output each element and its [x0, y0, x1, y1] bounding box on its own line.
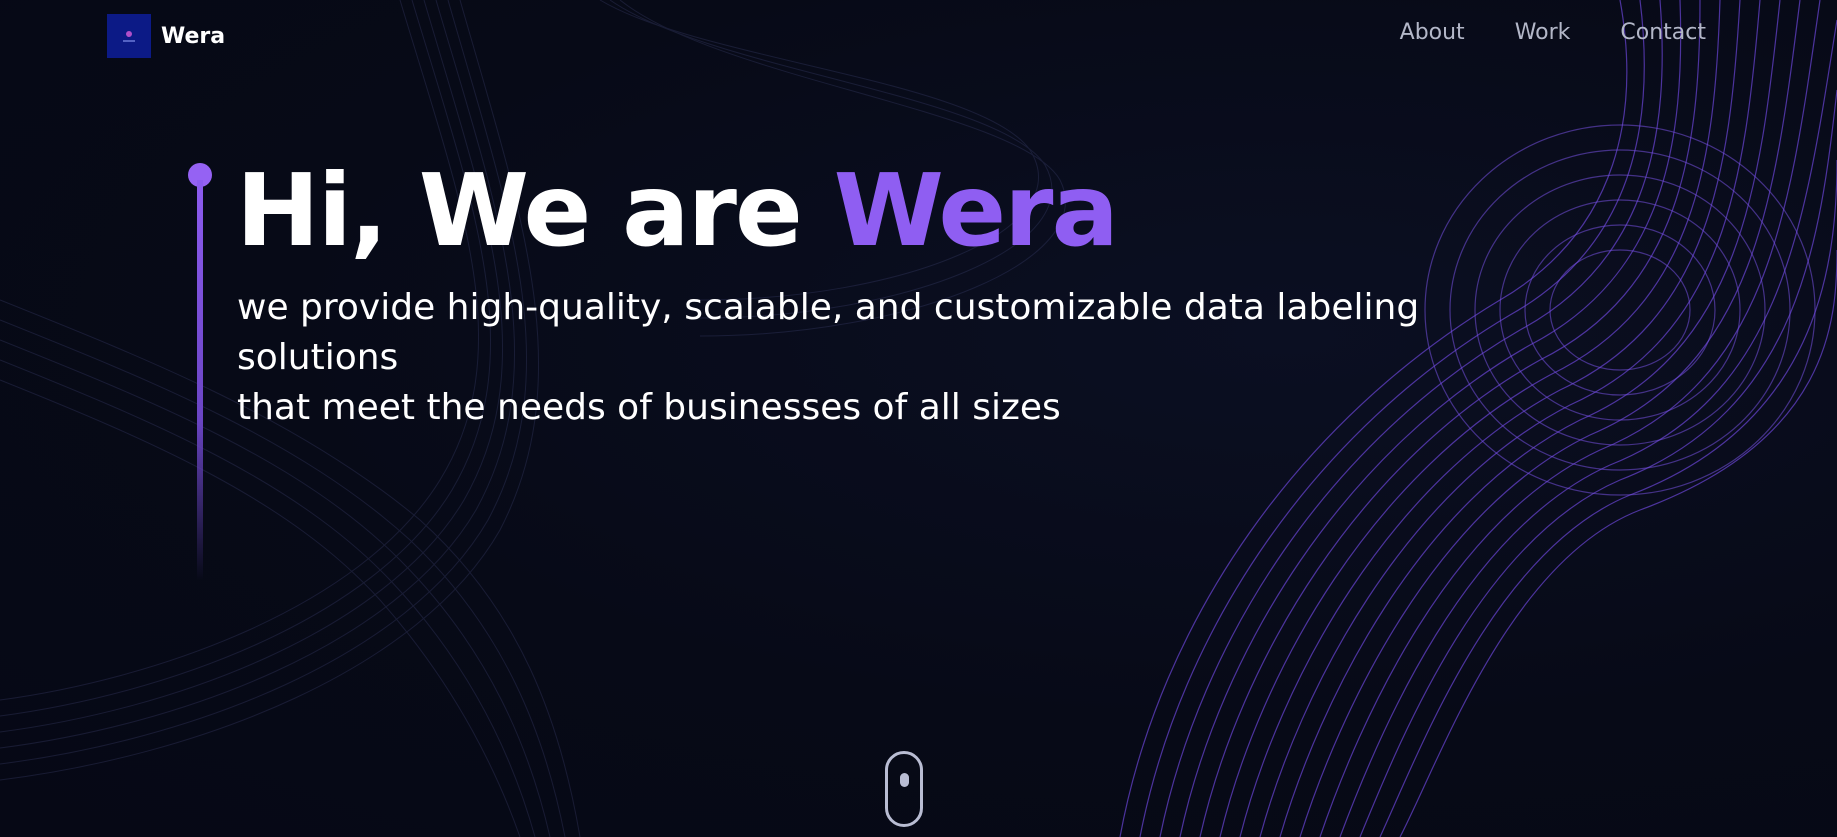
scroll-mouse-icon[interactable] [885, 751, 923, 827]
hero-subtitle: we provide high-quality, scalable, and c… [237, 283, 1557, 433]
wera-logo-icon [107, 14, 151, 58]
nav-about-link[interactable]: About [1400, 20, 1465, 45]
nav-contact-link[interactable]: Contact [1620, 20, 1706, 45]
hero-title-prefix: Hi, We are [236, 152, 834, 269]
scroll-wheel [900, 773, 909, 787]
main-nav: About Work Contact [1400, 20, 1706, 45]
brand-name: Wera [161, 23, 226, 49]
hero-subtitle-line-1: we provide high-quality, scalable, and c… [237, 287, 1420, 378]
hero-title-accent: Wera [833, 152, 1119, 269]
timeline-line [197, 180, 203, 580]
brand-logo[interactable]: Wera [107, 14, 225, 58]
nav-work-link[interactable]: Work [1515, 20, 1571, 45]
hero-title: Hi, We are Wera [236, 148, 1119, 274]
hero-subtitle-line-2: that meet the needs of businesses of all… [237, 387, 1061, 428]
landing-page: Wera About Work Contact Hi, We are Wera … [0, 0, 1837, 837]
